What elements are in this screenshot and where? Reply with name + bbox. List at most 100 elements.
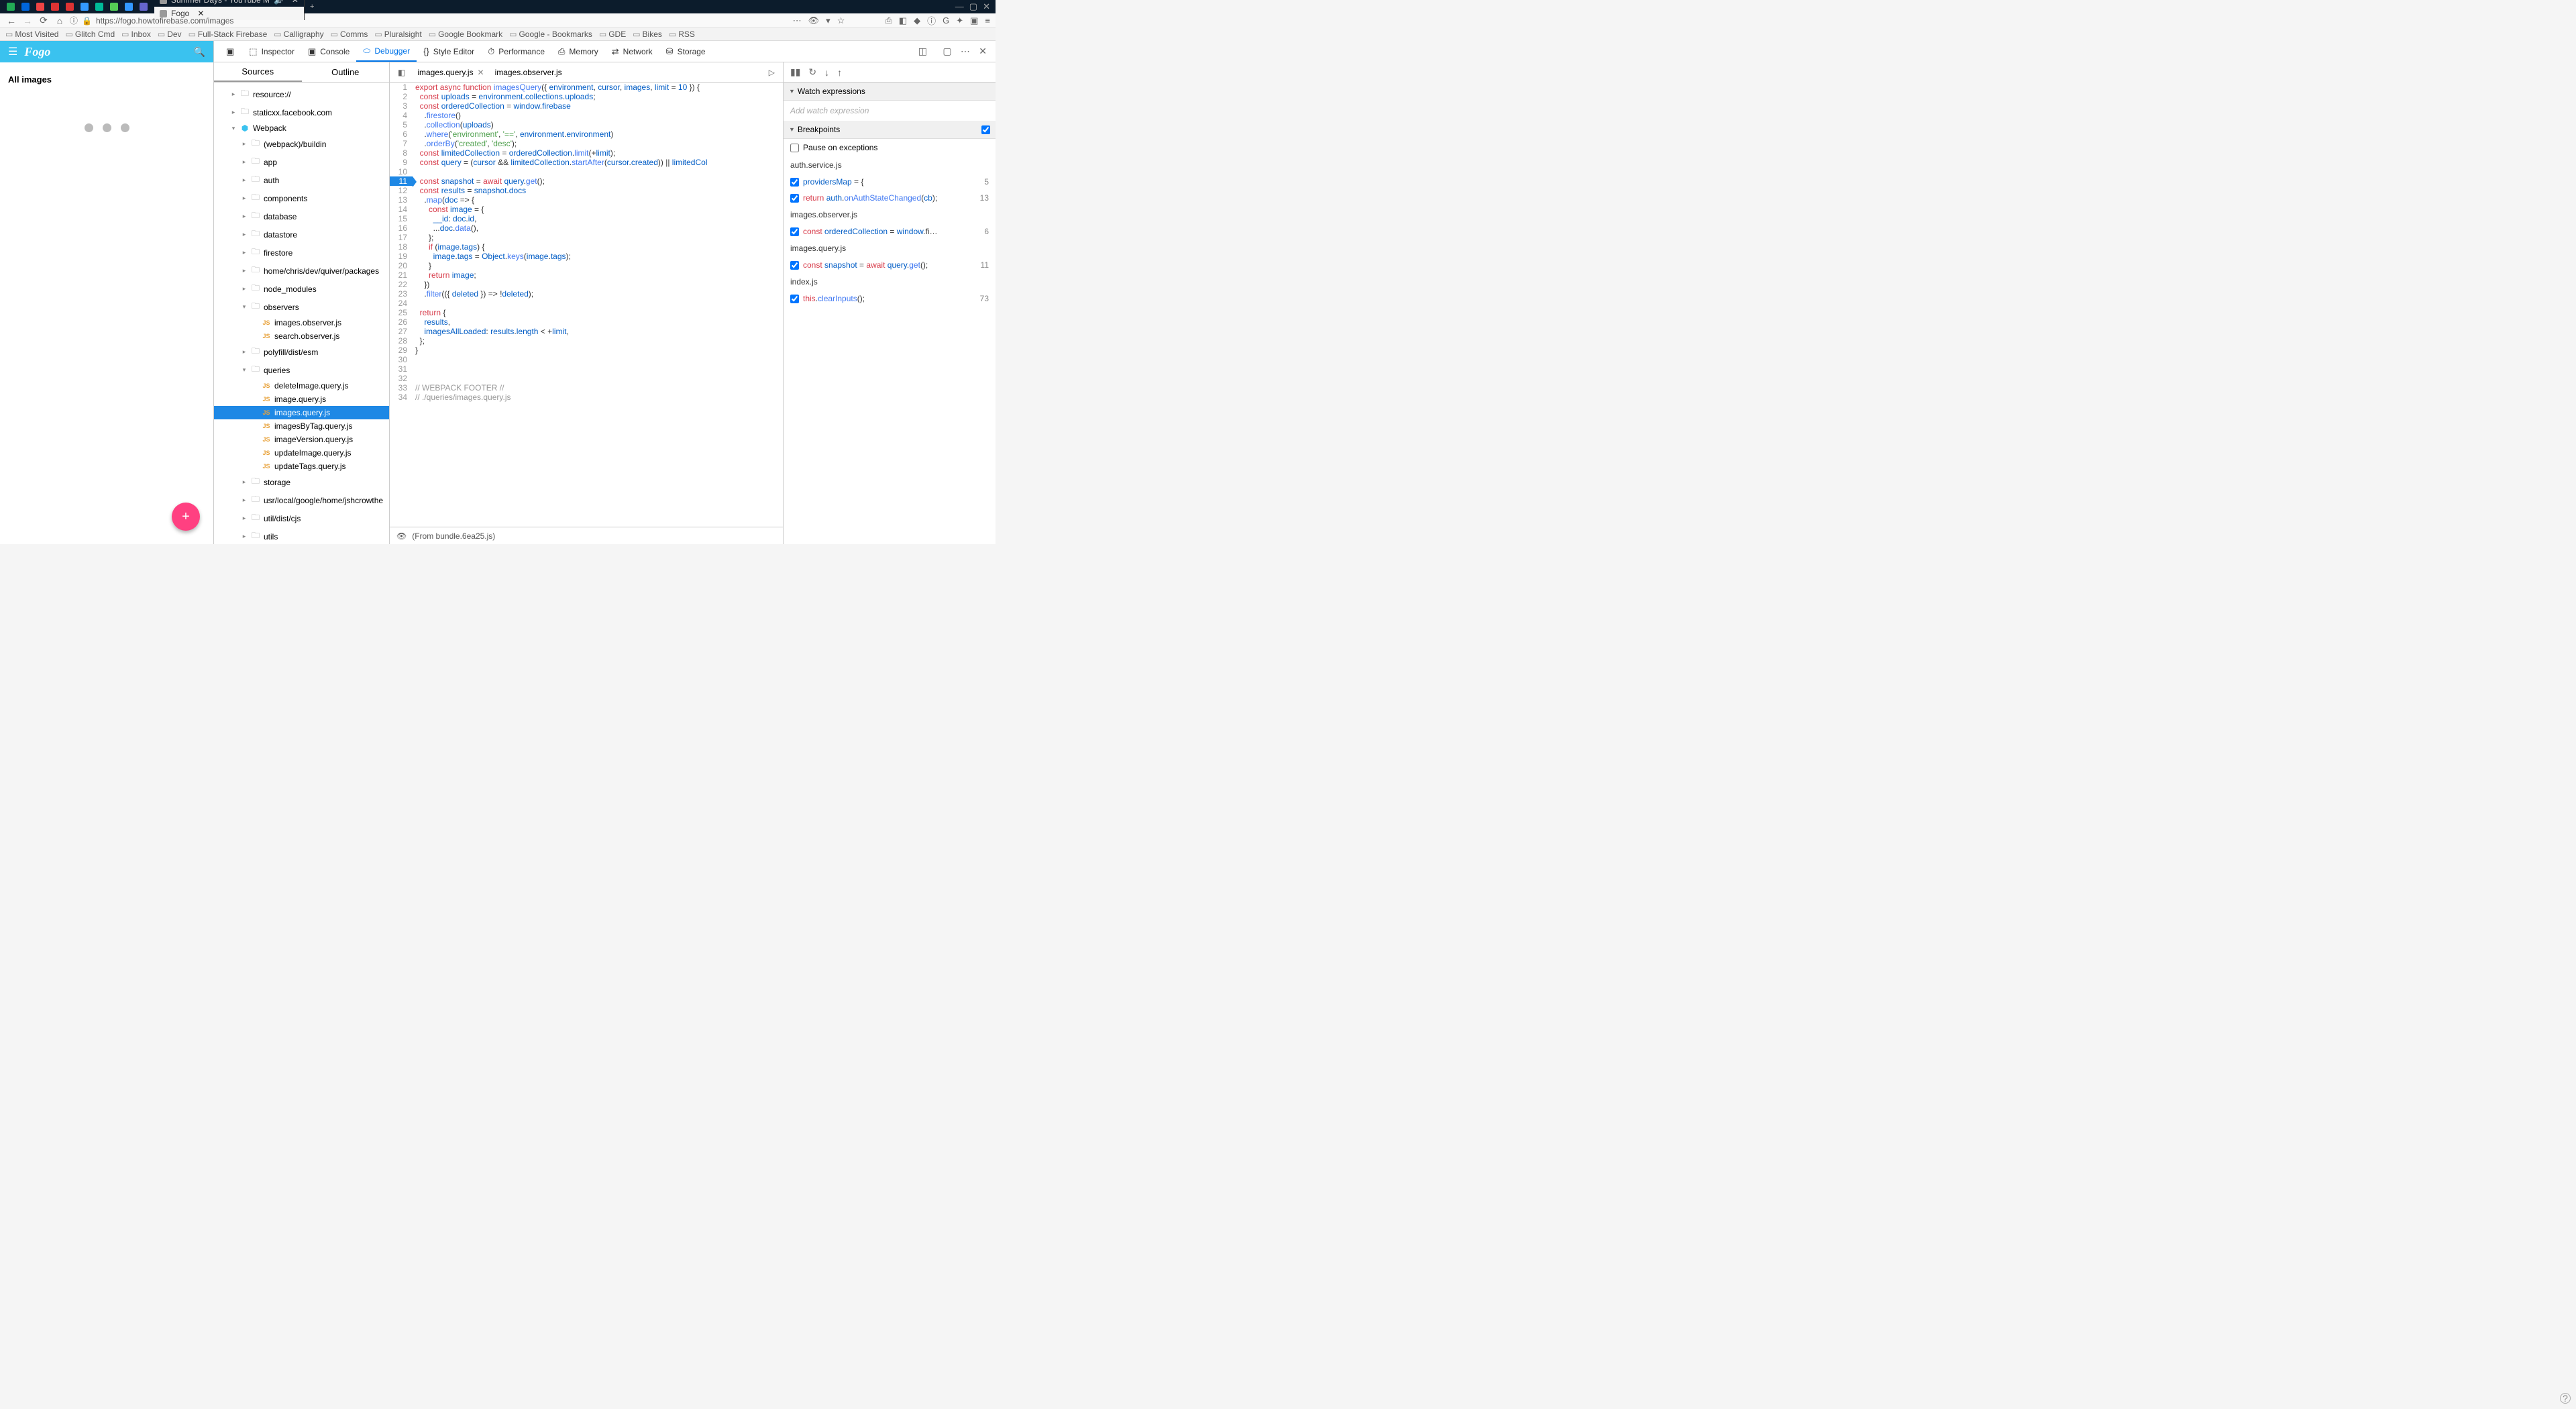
source-file[interactable]: JSdeleteImage.query.js (214, 379, 389, 393)
source-file[interactable]: JSimageVersion.query.js (214, 433, 389, 446)
ext3-icon[interactable]: ⓘ (927, 14, 936, 27)
breakpoint-item[interactable]: providersMap = {5 (784, 174, 996, 190)
source-folder[interactable]: ▸🗀staticxx.facebook.com (214, 103, 389, 121)
menu-icon[interactable]: ☰ (8, 45, 17, 58)
breakpoint-file-header[interactable]: images.observer.js (784, 206, 996, 223)
devtools-tab-debugger[interactable]: ⬭Debugger (356, 42, 417, 62)
bookmark-item[interactable]: ▭ Comms (331, 30, 368, 39)
maximize-button[interactable]: ▢ (969, 1, 977, 12)
source-file[interactable]: JSimages.observer.js (214, 316, 389, 329)
breakpoint-checkbox[interactable] (790, 178, 799, 187)
source-folder[interactable]: ▸🗀datastore (214, 225, 389, 244)
breakpoint-item[interactable]: return auth.onAuthStateChanged(cb);13 (784, 190, 996, 206)
bookmark-item[interactable]: ▭ Bikes (633, 30, 662, 39)
source-folder[interactable]: ▾🗀observers (214, 298, 389, 316)
devtools-tab-inspector[interactable]: ⬚Inspector (242, 42, 301, 62)
source-folder[interactable]: ▸🗀util/dist/cjs (214, 509, 389, 527)
code-editor[interactable]: 1export async function imagesQuery({ env… (390, 83, 783, 527)
ext1-icon[interactable]: ◧ (899, 15, 907, 26)
info-icon[interactable]: ⓘ (70, 15, 78, 26)
breakpoint-file-header[interactable]: auth.service.js (784, 156, 996, 174)
file-tab[interactable]: images.observer.js (490, 65, 568, 80)
tab-sources[interactable]: Sources (214, 62, 302, 82)
sidebar-icon[interactable]: ▣ (970, 15, 978, 26)
forward-button[interactable]: → (21, 15, 34, 26)
source-folder[interactable]: ▾⬢Webpack (214, 121, 389, 135)
source-folder[interactable]: ▸🗀app (214, 153, 389, 171)
source-folder[interactable]: ▸🗀usr/local/google/home/jshcrowthe (214, 491, 389, 509)
source-folder[interactable]: ▸🗀(webpack)/buildin (214, 135, 389, 153)
breakpoint-item[interactable]: this.clearInputs();73 (784, 291, 996, 307)
bookmark-item[interactable]: ▭ Calligraphy (274, 30, 323, 39)
reader-icon[interactable]: 👁 (808, 15, 820, 26)
breakpoint-item[interactable]: const snapshot = await query.get();11 (784, 257, 996, 273)
source-file[interactable]: JSupdateImage.query.js (214, 446, 389, 460)
pocket-icon[interactable]: ▾ (826, 15, 830, 26)
devtools-options-button[interactable]: ⋯ (957, 46, 973, 56)
browser-tab[interactable]: Summer Days - YouTube M🔊✕ (154, 0, 305, 7)
devtools-tab-console[interactable]: ▣Console (301, 42, 356, 62)
bookmark-item[interactable]: ▭ Google - Bookmarks (509, 30, 592, 39)
ext4-icon[interactable]: G (943, 15, 949, 25)
bookmark-item[interactable]: ▭ Google Bookmark (429, 30, 502, 39)
breakpoints-header[interactable]: ▼Breakpoints (784, 121, 996, 139)
source-file[interactable]: JSimagesByTag.query.js (214, 419, 389, 433)
breakpoint-file-header[interactable]: images.query.js (784, 240, 996, 257)
step-in-button[interactable]: ↓ (824, 67, 829, 78)
devtools-tab-storage[interactable]: ⛁Storage (659, 42, 712, 62)
devtools-tab-style-editor[interactable]: {}Style Editor (417, 42, 481, 62)
add-fab-button[interactable]: + (172, 503, 200, 531)
breakpoint-checkbox[interactable] (790, 261, 799, 270)
source-folder[interactable]: ▸🗀polyfill/dist/esm (214, 343, 389, 361)
close-button[interactable]: ✕ (983, 1, 990, 12)
source-file[interactable]: JSsearch.observer.js (214, 329, 389, 343)
file-tab[interactable]: images.query.js ✕ (412, 65, 489, 80)
add-watch-expression-input[interactable]: Add watch expression (784, 101, 996, 121)
bookmark-item[interactable]: ▭ Glitch Cmd (65, 30, 115, 39)
devtools-tab-memory[interactable]: ⎙Memory (551, 42, 605, 62)
devtools-tab-performance[interactable]: ⏱Performance (481, 42, 551, 62)
menu-icon[interactable]: ≡ (985, 15, 990, 25)
breakpoint-checkbox[interactable] (790, 194, 799, 203)
bookmark-item[interactable]: ▭ Most Visited (5, 30, 58, 39)
source-folder[interactable]: ▸🗀utils (214, 527, 389, 544)
breakpoint-checkbox[interactable] (790, 295, 799, 303)
tab-outline[interactable]: Outline (302, 62, 390, 82)
source-file[interactable]: JSimages.query.js (214, 406, 389, 419)
bookmark-item[interactable]: ▭ Inbox (121, 30, 151, 39)
source-folder[interactable]: ▸🗀node_modules (214, 280, 389, 298)
source-file[interactable]: JSimage.query.js (214, 393, 389, 406)
source-folder[interactable]: ▸🗀auth (214, 171, 389, 189)
source-file[interactable]: JSupdateTags.query.js (214, 460, 389, 473)
breakpoint-file-header[interactable]: index.js (784, 273, 996, 291)
bookmark-item[interactable]: ▭ Full-Stack Firebase (189, 30, 268, 39)
new-tab-button[interactable]: + (305, 0, 319, 13)
split-view-button[interactable]: ◫ (915, 46, 930, 56)
devtools-close-button[interactable]: ✕ (975, 46, 990, 56)
ext5-icon[interactable]: ✦ (956, 15, 963, 26)
bookmark-item[interactable]: ▭ Pluralsight (374, 30, 421, 39)
source-folder[interactable]: ▸🗀home/chris/dev/quiver/packages (214, 262, 389, 280)
source-folder[interactable]: ▾🗀queries (214, 361, 389, 379)
more-icon[interactable]: ⋯ (793, 15, 802, 26)
toggle-sources-tree-icon[interactable]: ◧ (394, 68, 409, 77)
source-folder[interactable]: ▸🗀database (214, 207, 389, 225)
breakpoints-toggle-all[interactable] (981, 125, 990, 134)
library-icon[interactable]: ⎙ (885, 15, 892, 26)
run-to-here-icon[interactable]: ▷ (765, 68, 779, 77)
breakpoint-checkbox[interactable] (790, 227, 799, 236)
back-button[interactable]: ← (5, 15, 17, 26)
step-out-button[interactable]: ↑ (837, 67, 842, 78)
step-over-button[interactable]: ↻ (808, 66, 816, 78)
responsive-mode-button[interactable]: ▣ (219, 42, 241, 61)
pause-on-exceptions-checkbox[interactable] (790, 144, 799, 152)
reload-button[interactable]: ⟳ (38, 15, 50, 26)
search-icon[interactable]: 🔍 (194, 46, 205, 58)
bookmark-item[interactable]: ▭ Dev (158, 30, 182, 39)
home-button[interactable]: ⌂ (54, 15, 66, 26)
bookmark-item[interactable]: ▭ RSS (669, 30, 695, 39)
source-folder[interactable]: ▸🗀storage (214, 473, 389, 491)
help-icon[interactable]: ? (2560, 1393, 2571, 1404)
pause-on-exceptions-row[interactable]: Pause on exceptions (784, 139, 996, 156)
pause-button[interactable]: ▮▮ (790, 66, 800, 78)
